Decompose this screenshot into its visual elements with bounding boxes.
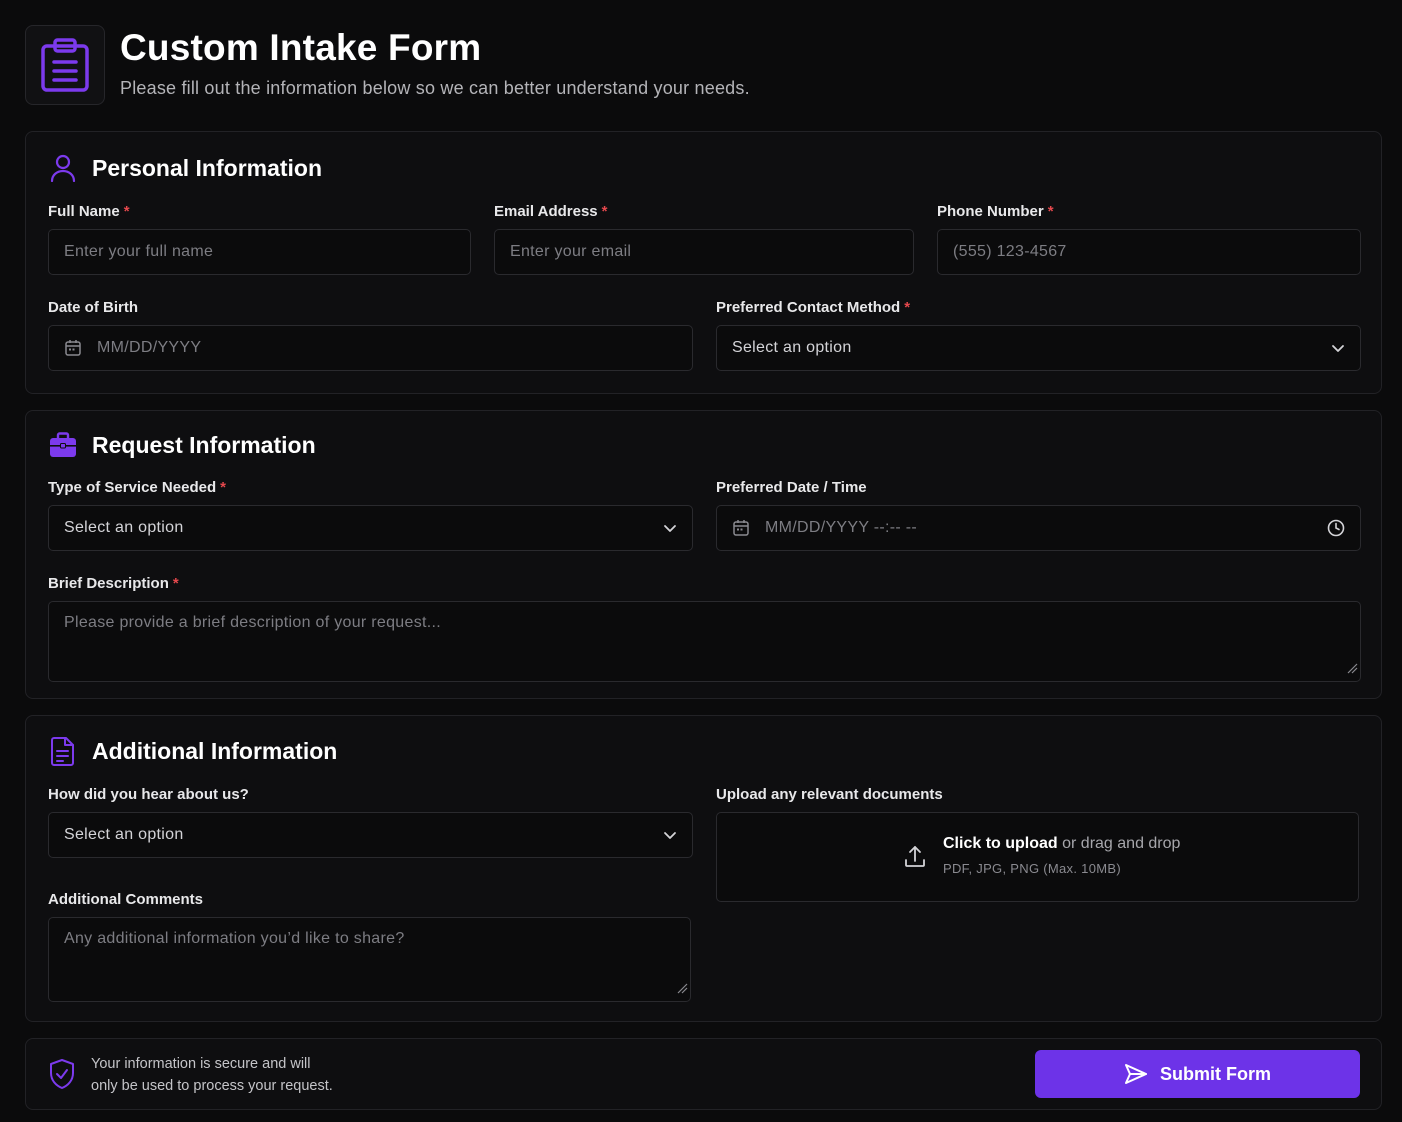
contact-method-select[interactable]: Select an option [716, 325, 1361, 371]
security-notice-line: only be used to process your request. [91, 1078, 333, 1094]
email-placeholder: Enter your email [510, 243, 632, 260]
required-marker: * [904, 299, 911, 316]
shield-check-icon [48, 1058, 76, 1095]
contact-method-field: Preferred Contact Method * Select an opti… [716, 298, 1361, 371]
date-of-birth-placeholder: MM/DD/YYYY [97, 339, 202, 356]
document-icon [48, 736, 78, 766]
required-marker: * [601, 203, 608, 220]
phone-placeholder: (555) 123-4567 [953, 243, 1067, 260]
page-subtitle: Please fill out the information below so… [120, 78, 750, 98]
date-of-birth-field: Date of Birth MM/DD/YYYY [48, 298, 693, 371]
upload-field: Upload any relevant documents Click to u… [716, 785, 1359, 902]
comments-placeholder: Any additional information you’d like to… [64, 930, 405, 947]
calendar-icon[interactable] [64, 339, 82, 357]
chevron-down-icon[interactable] [1331, 341, 1345, 355]
required-marker: * [1047, 203, 1054, 220]
file-upload-dropzone[interactable]: Click to upload or drag and drop PDF, JP… [716, 812, 1359, 902]
service-type-field: Type of Service Needed * Select an option [48, 478, 693, 551]
required-marker: * [123, 203, 130, 220]
send-icon [1124, 1063, 1148, 1085]
preferred-datetime-field: Preferred Date / Time MM/DD/YYYY --:-- -… [716, 478, 1361, 551]
full-name-input[interactable]: Enter your full name [48, 229, 471, 275]
description-placeholder: Please provide a brief description of yo… [64, 614, 441, 631]
full-name-field: Full Name * Enter your full name [48, 202, 471, 275]
phone-input[interactable]: (555) 123-4567 [937, 229, 1361, 275]
comments-field: Additional Comments Any additional infor… [48, 890, 691, 1002]
date-of-birth-label: Date of Birth [48, 299, 138, 316]
full-name-label: Full Name * [48, 203, 130, 220]
section-title: Personal Information [92, 154, 323, 181]
description-field: Brief Description * Please provide a brie… [48, 574, 1361, 682]
email-field: Email Address * Enter your email [494, 202, 914, 275]
service-type-label: Type of Service Needed * [48, 479, 226, 496]
security-notice-line: Your information is secure and will [91, 1056, 311, 1072]
upload-icon [903, 845, 927, 876]
submit-label: Submit Form [1160, 1063, 1271, 1084]
referral-field: How did you hear about us? Select an opt… [48, 785, 693, 858]
upload-label: Upload any relevant documents [716, 786, 943, 803]
service-type-select[interactable]: Select an option [48, 505, 693, 551]
request-information-header: Request Information [48, 429, 316, 461]
email-label: Email Address * [494, 203, 608, 220]
section-title: Additional Information [92, 737, 338, 764]
date-of-birth-input[interactable]: MM/DD/YYYY [48, 325, 693, 371]
preferred-datetime-input[interactable]: MM/DD/YYYY --:-- -- [716, 505, 1361, 551]
additional-information-header: Additional Information [48, 735, 337, 767]
upload-content: Click to upload or drag and drop PDF, JP… [903, 835, 1180, 876]
comments-textarea[interactable]: Any additional information you’d like to… [48, 917, 691, 1002]
email-input[interactable]: Enter your email [494, 229, 914, 275]
form-header: Custom Intake Form Please fill out the i… [25, 25, 1381, 105]
upload-instruction: Click to upload or drag and drop [943, 835, 1180, 853]
contact-method-label: Preferred Contact Method * [716, 299, 911, 316]
preferred-datetime-label: Preferred Date / Time [716, 479, 867, 496]
form-footer: Your information is secure and will only… [25, 1038, 1382, 1110]
additional-information-card: Additional Information How did you hear … [25, 715, 1382, 1022]
referral-value: Select an option [64, 826, 184, 843]
drag-drop-text: or drag and drop [1062, 835, 1181, 852]
referral-select[interactable]: Select an option [48, 812, 693, 858]
resize-handle-icon[interactable] [676, 981, 688, 999]
required-marker: * [220, 479, 226, 496]
phone-label: Phone Number * [937, 203, 1054, 220]
security-notice: Your information is secure and will only… [91, 1053, 361, 1097]
user-icon [48, 153, 78, 183]
page-title: Custom Intake Form [120, 27, 482, 68]
briefcase-icon [48, 430, 78, 460]
preferred-datetime-placeholder: MM/DD/YYYY --:-- -- [765, 519, 918, 536]
required-marker: * [172, 575, 179, 592]
personal-information-card: Personal Information Full Name * Enter yo… [25, 131, 1382, 394]
chevron-down-icon[interactable] [663, 521, 677, 535]
full-name-placeholder: Enter your full name [64, 243, 214, 260]
chevron-down-icon[interactable] [663, 828, 677, 842]
clock-icon[interactable] [1327, 519, 1345, 537]
section-title: Request Information [92, 431, 316, 458]
service-type-value: Select an option [64, 519, 184, 536]
personal-information-header: Personal Information [48, 152, 322, 184]
request-information-card: Request Information Type of Service Need… [25, 410, 1382, 699]
contact-method-value: Select an option [732, 339, 852, 356]
phone-field: Phone Number * (555) 123-4567 [937, 202, 1361, 275]
calendar-icon[interactable] [732, 519, 750, 537]
clipboard-icon [25, 25, 105, 105]
upload-hint: PDF, JPG, PNG (Max. 10MB) [943, 861, 1121, 876]
comments-label: Additional Comments [48, 891, 204, 908]
resize-handle-icon[interactable] [1346, 661, 1358, 679]
upload-text: Click to upload or drag and drop PDF, JP… [943, 835, 1180, 876]
description-label: Brief Description * [48, 575, 179, 592]
description-textarea[interactable]: Please provide a brief description of yo… [48, 601, 1361, 682]
submit-button[interactable]: Submit Form [1035, 1050, 1360, 1098]
referral-label: How did you hear about us? [48, 786, 249, 803]
click-to-upload-link[interactable]: Click to upload [943, 835, 1058, 852]
